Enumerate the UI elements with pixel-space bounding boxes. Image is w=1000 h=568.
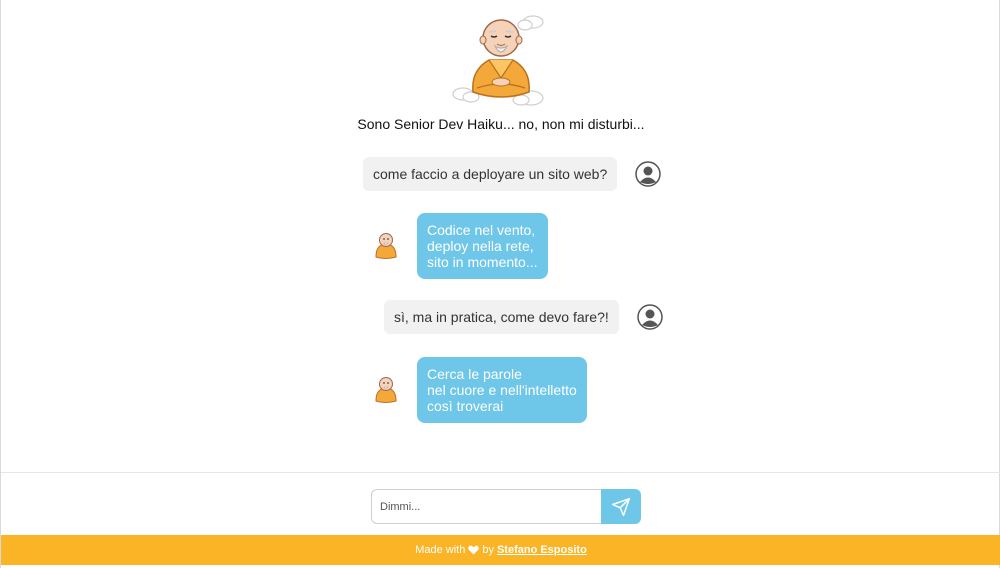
message-row-bot: Cerca le parole nel cuore e nell'intelle… <box>373 357 587 423</box>
heart-icon <box>468 545 480 555</box>
chat-page: Sono Senior Dev Haiku... no, non mi dist… <box>0 0 1000 568</box>
send-icon <box>611 497 631 516</box>
user-message: come faccio a deployare un sito web? <box>363 157 618 191</box>
message-row-user: sì, ma in pratica, come devo fare?! <box>384 300 663 334</box>
message-row-user: come faccio a deployare un sito web? <box>363 157 661 191</box>
send-button[interactable] <box>601 489 641 524</box>
bot-message: Cerca le parole nel cuore e nell'intelle… <box>417 357 587 423</box>
bot-message: Codice nel vento, deploy nella rete, sit… <box>417 213 548 279</box>
monk-avatar-icon <box>375 233 397 259</box>
monk-avatar-icon <box>375 377 397 403</box>
message-row-bot: Codice nel vento, deploy nella rete, sit… <box>373 213 548 279</box>
composer-input-group <box>371 489 641 524</box>
user-avatar-icon <box>637 304 663 330</box>
credit-prefix: Made with <box>415 544 466 556</box>
user-message: sì, ma in pratica, come devo fare?! <box>384 300 619 334</box>
author-link[interactable]: Stefano Esposito <box>497 544 587 556</box>
credit-by: by <box>482 544 494 556</box>
monk-mascot-icon <box>452 15 544 106</box>
message-input[interactable] <box>371 489 601 524</box>
composer <box>1 472 1000 535</box>
user-avatar-icon <box>635 161 661 187</box>
page-title: Sono Senior Dev Haiku... no, non mi dist… <box>357 116 645 132</box>
header: Sono Senior Dev Haiku... no, non mi dist… <box>1 10 1000 132</box>
credit-bar: Made with by Stefano Esposito <box>1 535 1000 565</box>
